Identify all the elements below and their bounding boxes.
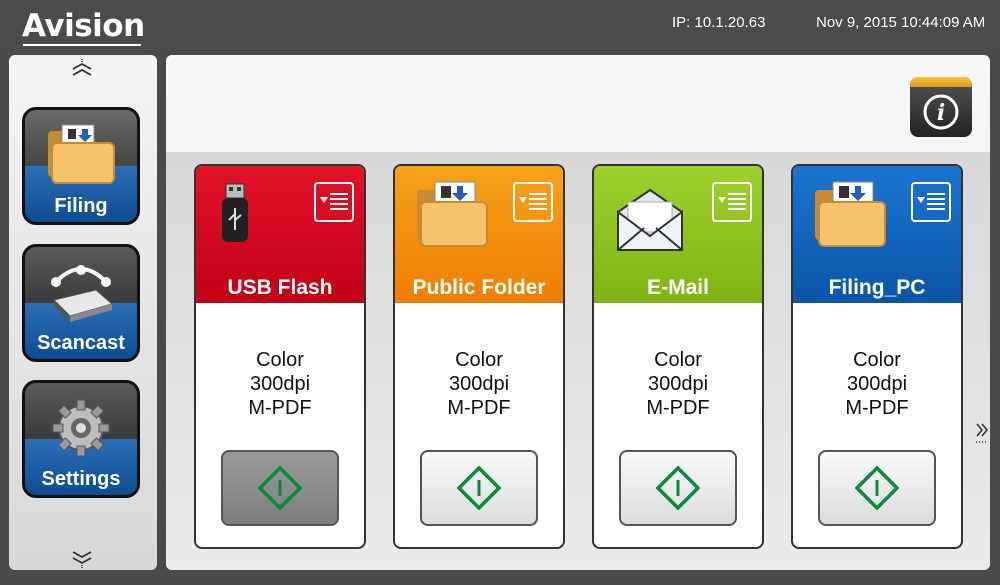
card-title: USB Flash xyxy=(227,276,333,299)
envelope-icon xyxy=(612,180,692,254)
resolution: 300dpi xyxy=(249,373,311,395)
chevron-right-icon xyxy=(976,423,989,443)
scroll-down-button[interactable] xyxy=(67,546,97,568)
start-icon xyxy=(656,466,700,510)
card-email[interactable]: E-Mail Color 300dpi M-PDF xyxy=(592,164,764,549)
folder-icon xyxy=(811,180,891,254)
card-settings: Color 300dpi M-PDF xyxy=(196,348,364,420)
destination-cards: USB Flash Color 300dpi M-PDF Public Fold… xyxy=(166,152,990,570)
card-title: Public Folder xyxy=(412,276,546,299)
date-time: Nov 9, 2015 10:44:09 AM xyxy=(816,14,986,31)
scroll-right-button[interactable] xyxy=(973,416,991,450)
start-scan-button[interactable] xyxy=(619,450,737,526)
file-format: M-PDF xyxy=(845,397,909,419)
folder-icon xyxy=(413,180,493,254)
sidebar-item-filing[interactable]: Filing xyxy=(22,107,140,225)
card-settings: Color 300dpi M-PDF xyxy=(395,348,563,420)
start-scan-button[interactable] xyxy=(221,450,339,526)
options-icon[interactable] xyxy=(314,182,354,222)
start-icon xyxy=(258,466,302,510)
file-format: M-PDF xyxy=(447,397,511,419)
resolution: 300dpi xyxy=(846,373,908,395)
card-title: Filing_PC xyxy=(828,276,926,299)
chevron-down-icon xyxy=(72,551,92,568)
file-format: M-PDF xyxy=(646,397,710,419)
info-icon: i xyxy=(923,94,959,130)
color-mode: Color xyxy=(853,349,901,371)
scanner-icon xyxy=(25,257,137,327)
card-usb-flash[interactable]: USB Flash Color 300dpi M-PDF xyxy=(194,164,366,549)
sidebar-item-label: Scancast xyxy=(37,332,125,354)
chevron-up-icon xyxy=(72,59,92,76)
resolution: 300dpi xyxy=(448,373,510,395)
info-button[interactable]: i xyxy=(910,77,972,137)
card-settings: Color 300dpi M-PDF xyxy=(594,348,762,420)
svg-text:i: i xyxy=(937,100,945,126)
start-scan-button[interactable] xyxy=(420,450,538,526)
logo-underline xyxy=(23,44,141,46)
sidebar-item-scancast[interactable]: Scancast xyxy=(22,244,140,362)
color-mode: Color xyxy=(256,349,304,371)
file-format: M-PDF xyxy=(248,397,312,419)
start-icon xyxy=(457,466,501,510)
avision-logo: Avision xyxy=(22,8,145,44)
usb-flash-icon xyxy=(214,180,294,254)
ip-address: IP: 10.1.20.63 xyxy=(672,14,766,31)
resolution: 300dpi xyxy=(647,373,709,395)
card-filing-pc[interactable]: Filing_PC Color 300dpi M-PDF xyxy=(791,164,963,549)
color-mode: Color xyxy=(654,349,702,371)
card-settings: Color 300dpi M-PDF xyxy=(793,348,961,420)
folder-icon xyxy=(25,120,137,190)
card-header: Filing_PC xyxy=(793,166,961,303)
options-icon[interactable] xyxy=(513,182,553,222)
sidebar-item-label: Filing xyxy=(54,195,108,217)
card-header: E-Mail xyxy=(594,166,762,303)
card-title: E-Mail xyxy=(647,276,709,299)
color-mode: Color xyxy=(455,349,503,371)
top-bar: Avision IP: 10.1.20.63 Nov 9, 2015 10:44… xyxy=(0,0,1000,50)
sidebar-item-settings[interactable]: Settings xyxy=(22,380,140,498)
start-icon xyxy=(855,466,899,510)
scroll-up-button[interactable] xyxy=(67,59,97,81)
options-icon[interactable] xyxy=(911,182,951,222)
card-public-folder[interactable]: Public Folder Color 300dpi M-PDF xyxy=(393,164,565,549)
gear-icon xyxy=(25,393,137,463)
sidebar: Filing Scancast Settings xyxy=(9,55,157,570)
sidebar-item-label: Settings xyxy=(41,468,121,490)
options-icon[interactable] xyxy=(712,182,752,222)
start-scan-button[interactable] xyxy=(818,450,936,526)
card-header: Public Folder xyxy=(395,166,563,303)
card-header: USB Flash xyxy=(196,166,364,303)
main-panel: i USB Flash Color 300dpi M-PDF Public Fo… xyxy=(166,55,990,570)
